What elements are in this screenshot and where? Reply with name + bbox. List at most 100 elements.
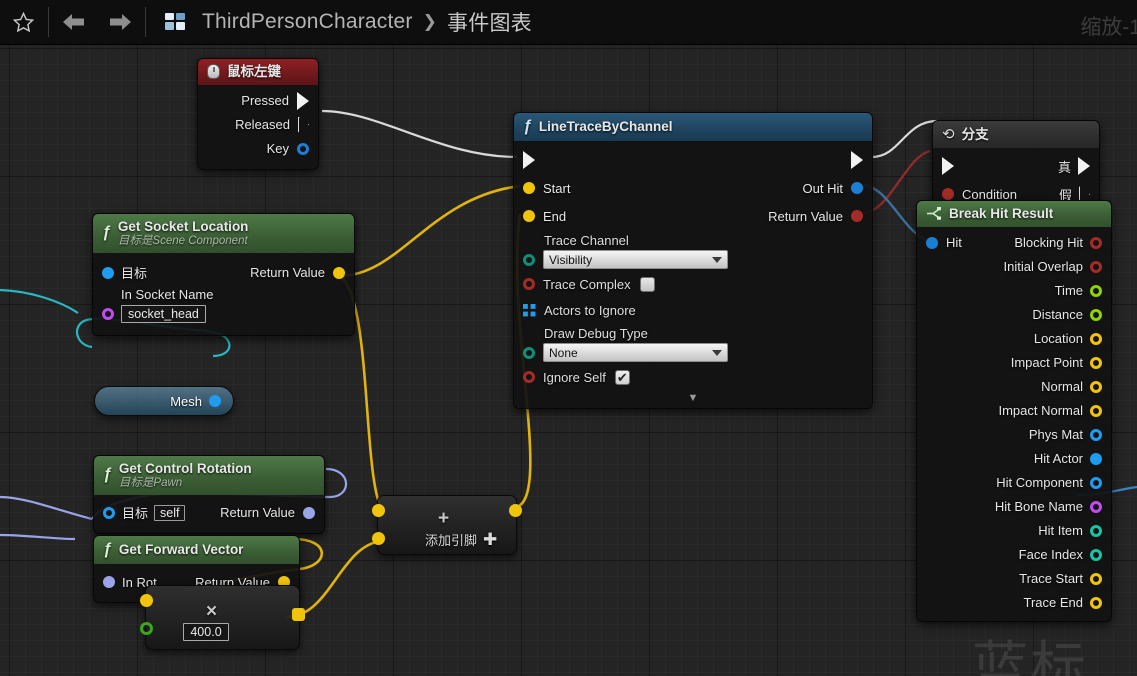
pin-row-target[interactable]: 目标 self Return Value [94,499,324,527]
node-add[interactable]: + 添加引脚 ✚ [372,495,522,555]
data-out-pin-blocking-hit[interactable] [1090,236,1102,249]
pin-row-impact-normal[interactable]: Impact Normal [917,399,1111,423]
pin-row-trace-end[interactable]: Trace End [917,591,1111,615]
pin-row-trace-channel[interactable]: Trace Channel Visibility [514,230,872,271]
forward-button[interactable] [97,0,143,45]
node-mesh-variable[interactable]: Mesh [94,386,234,416]
data-out-pin-phys-mat[interactable] [1090,428,1102,441]
node-collapse-toggle[interactable]: ▼ [514,390,872,404]
data-in-pin-b[interactable] [372,532,385,545]
data-out-pin-hit-bone-name[interactable] [1090,500,1102,513]
pin-row-face-index[interactable]: Face Index [917,543,1111,567]
pin-row-target[interactable]: 目标 Return Value [93,259,354,287]
pin-row-hit-actor[interactable]: Hit Actor [917,447,1111,471]
exec-in-pin[interactable] [942,157,954,176]
exec-out-pin-released[interactable] [298,116,309,133]
data-in-pin-in-rot[interactable] [103,576,115,589]
data-out-pin-out-hit[interactable] [851,182,863,195]
pin-row-trace-start[interactable]: Trace Start [917,567,1111,591]
exec-out-pin-pressed[interactable] [297,91,309,110]
data-out-pin-impact-point[interactable] [1090,356,1102,369]
data-in-pin-condition[interactable] [942,188,954,201]
pin-row-time[interactable]: Time [917,279,1111,303]
data-out-pin-return-value[interactable] [303,506,315,519]
data-out-pin-result[interactable] [292,608,305,621]
data-out-pin-mesh[interactable] [209,395,221,407]
ignore-self-checkbox[interactable]: ✔ [614,369,630,385]
pin-row-draw-debug-type[interactable]: Draw Debug Type None [514,323,872,364]
favorite-button[interactable] [0,0,46,45]
pin-row-distance[interactable]: Distance [917,303,1111,327]
data-out-pin-hit-component[interactable] [1090,476,1102,489]
node-multiply[interactable]: × 400.0 [140,585,305,650]
pin-row-end[interactable]: End Return Value [514,202,872,230]
trace-complex-checkbox[interactable] [639,276,655,292]
data-out-pin-key[interactable] [297,142,309,155]
data-in-pin-end[interactable] [523,210,535,223]
data-out-pin-location[interactable] [1090,332,1102,345]
data-out-pin-impact-normal[interactable] [1090,404,1102,417]
add-pin-button[interactable]: 添加引脚 ✚ [425,530,497,549]
data-in-pin-start[interactable] [523,182,535,195]
pin-row-hit-component[interactable]: Hit Component [917,471,1111,495]
pin-row-trace-complex[interactable]: Trace Complex [514,271,872,297]
multiply-value-field[interactable]: 400.0 [183,623,229,641]
pin-row-start[interactable]: Start Out Hit [514,174,872,202]
trace-channel-dropdown[interactable]: Visibility [543,250,728,270]
data-out-pin-initial-overlap[interactable] [1090,260,1102,273]
data-in-pin-trace-complex[interactable] [523,278,535,291]
data-in-pin-hit[interactable] [926,236,938,249]
pin-row-ignore-self[interactable]: Ignore Self ✔ [514,364,872,390]
data-out-pin-distance[interactable] [1090,308,1102,321]
in-socket-name-field[interactable]: socket_head [121,304,206,323]
pin-row-impact-point[interactable]: Impact Point [917,351,1111,375]
exec-out-pin-true[interactable] [1078,157,1090,176]
pin-row-normal[interactable]: Normal [917,375,1111,399]
data-out-pin-return-value[interactable] [851,210,863,223]
pin-row-location[interactable]: Location [917,327,1111,351]
data-out-pin-time[interactable] [1090,284,1102,297]
data-in-pin-draw-debug-type[interactable] [523,346,535,359]
data-in-pin-target[interactable] [103,506,115,519]
data-in-pin-a[interactable] [372,504,385,517]
node-left-mouse-button[interactable]: 鼠标左键 Pressed Released Key [197,58,319,170]
node-get-control-rotation[interactable]: ƒ Get Control Rotation 目标是Pawn 目标 self R… [93,455,325,534]
data-in-pin-b[interactable] [140,622,153,635]
pin-row-pressed[interactable]: Pressed [198,89,318,113]
breadcrumb-root[interactable]: ThirdPersonCharacter [202,10,413,34]
pin-row-in-socket-name[interactable]: In Socket Name socket_head [93,287,354,327]
event-graph-canvas[interactable]: 鼠标左键 Pressed Released Key ƒ Get Socket L… [0,45,1137,676]
pin-row-hit-bone-name[interactable]: Hit Bone Name [917,495,1111,519]
node-line-trace-by-channel[interactable]: ƒ LineTraceByChannel Start Out Hit End R… [513,112,873,410]
data-out-pin-trace-start[interactable] [1090,572,1102,585]
data-out-pin-result[interactable] [509,504,522,517]
data-in-pin-in-socket-name[interactable] [102,307,114,320]
exec-in-pin[interactable] [523,151,535,170]
pin-row-exec[interactable]: 真 [933,152,1099,180]
data-in-pin-target[interactable] [102,266,114,279]
array-pin-icon[interactable] [523,303,536,317]
data-out-pin-return-value[interactable] [333,266,345,279]
draw-debug-type-dropdown[interactable]: None [543,343,728,363]
node-get-socket-location[interactable]: ƒ Get Socket Location 目标是Scene Component… [92,213,355,336]
data-in-pin-ignore-self[interactable] [523,371,535,384]
pin-row-exec[interactable] [514,146,872,174]
node-break-hit-result[interactable]: Break Hit Result Hit Blocking Hit Initia… [916,200,1112,622]
pin-row-released[interactable]: Released [198,113,318,137]
data-in-pin-a[interactable] [140,594,153,607]
data-out-pin-face-index[interactable] [1090,548,1102,561]
pin-row-hit-item[interactable]: Hit Item [917,519,1111,543]
pin-row-key[interactable]: Key [198,137,318,161]
data-in-pin-trace-channel[interactable] [523,253,535,266]
data-out-pin-hit-item[interactable] [1090,524,1102,537]
target-self-field[interactable]: self [154,504,186,521]
back-button[interactable] [51,0,97,45]
pin-row-initial-overlap[interactable]: Initial Overlap [917,255,1111,279]
data-out-pin-normal[interactable] [1090,380,1102,393]
breadcrumb-current-page[interactable]: 事件图表 [447,7,532,37]
pin-row-phys-mat[interactable]: Phys Mat [917,423,1111,447]
pin-row-actors-to-ignore[interactable]: Actors to Ignore [514,297,872,323]
data-out-pin-hit-actor[interactable] [1090,452,1102,465]
pin-row-hit[interactable]: Hit Blocking Hit [917,231,1111,255]
exec-out-pin[interactable] [851,151,863,170]
